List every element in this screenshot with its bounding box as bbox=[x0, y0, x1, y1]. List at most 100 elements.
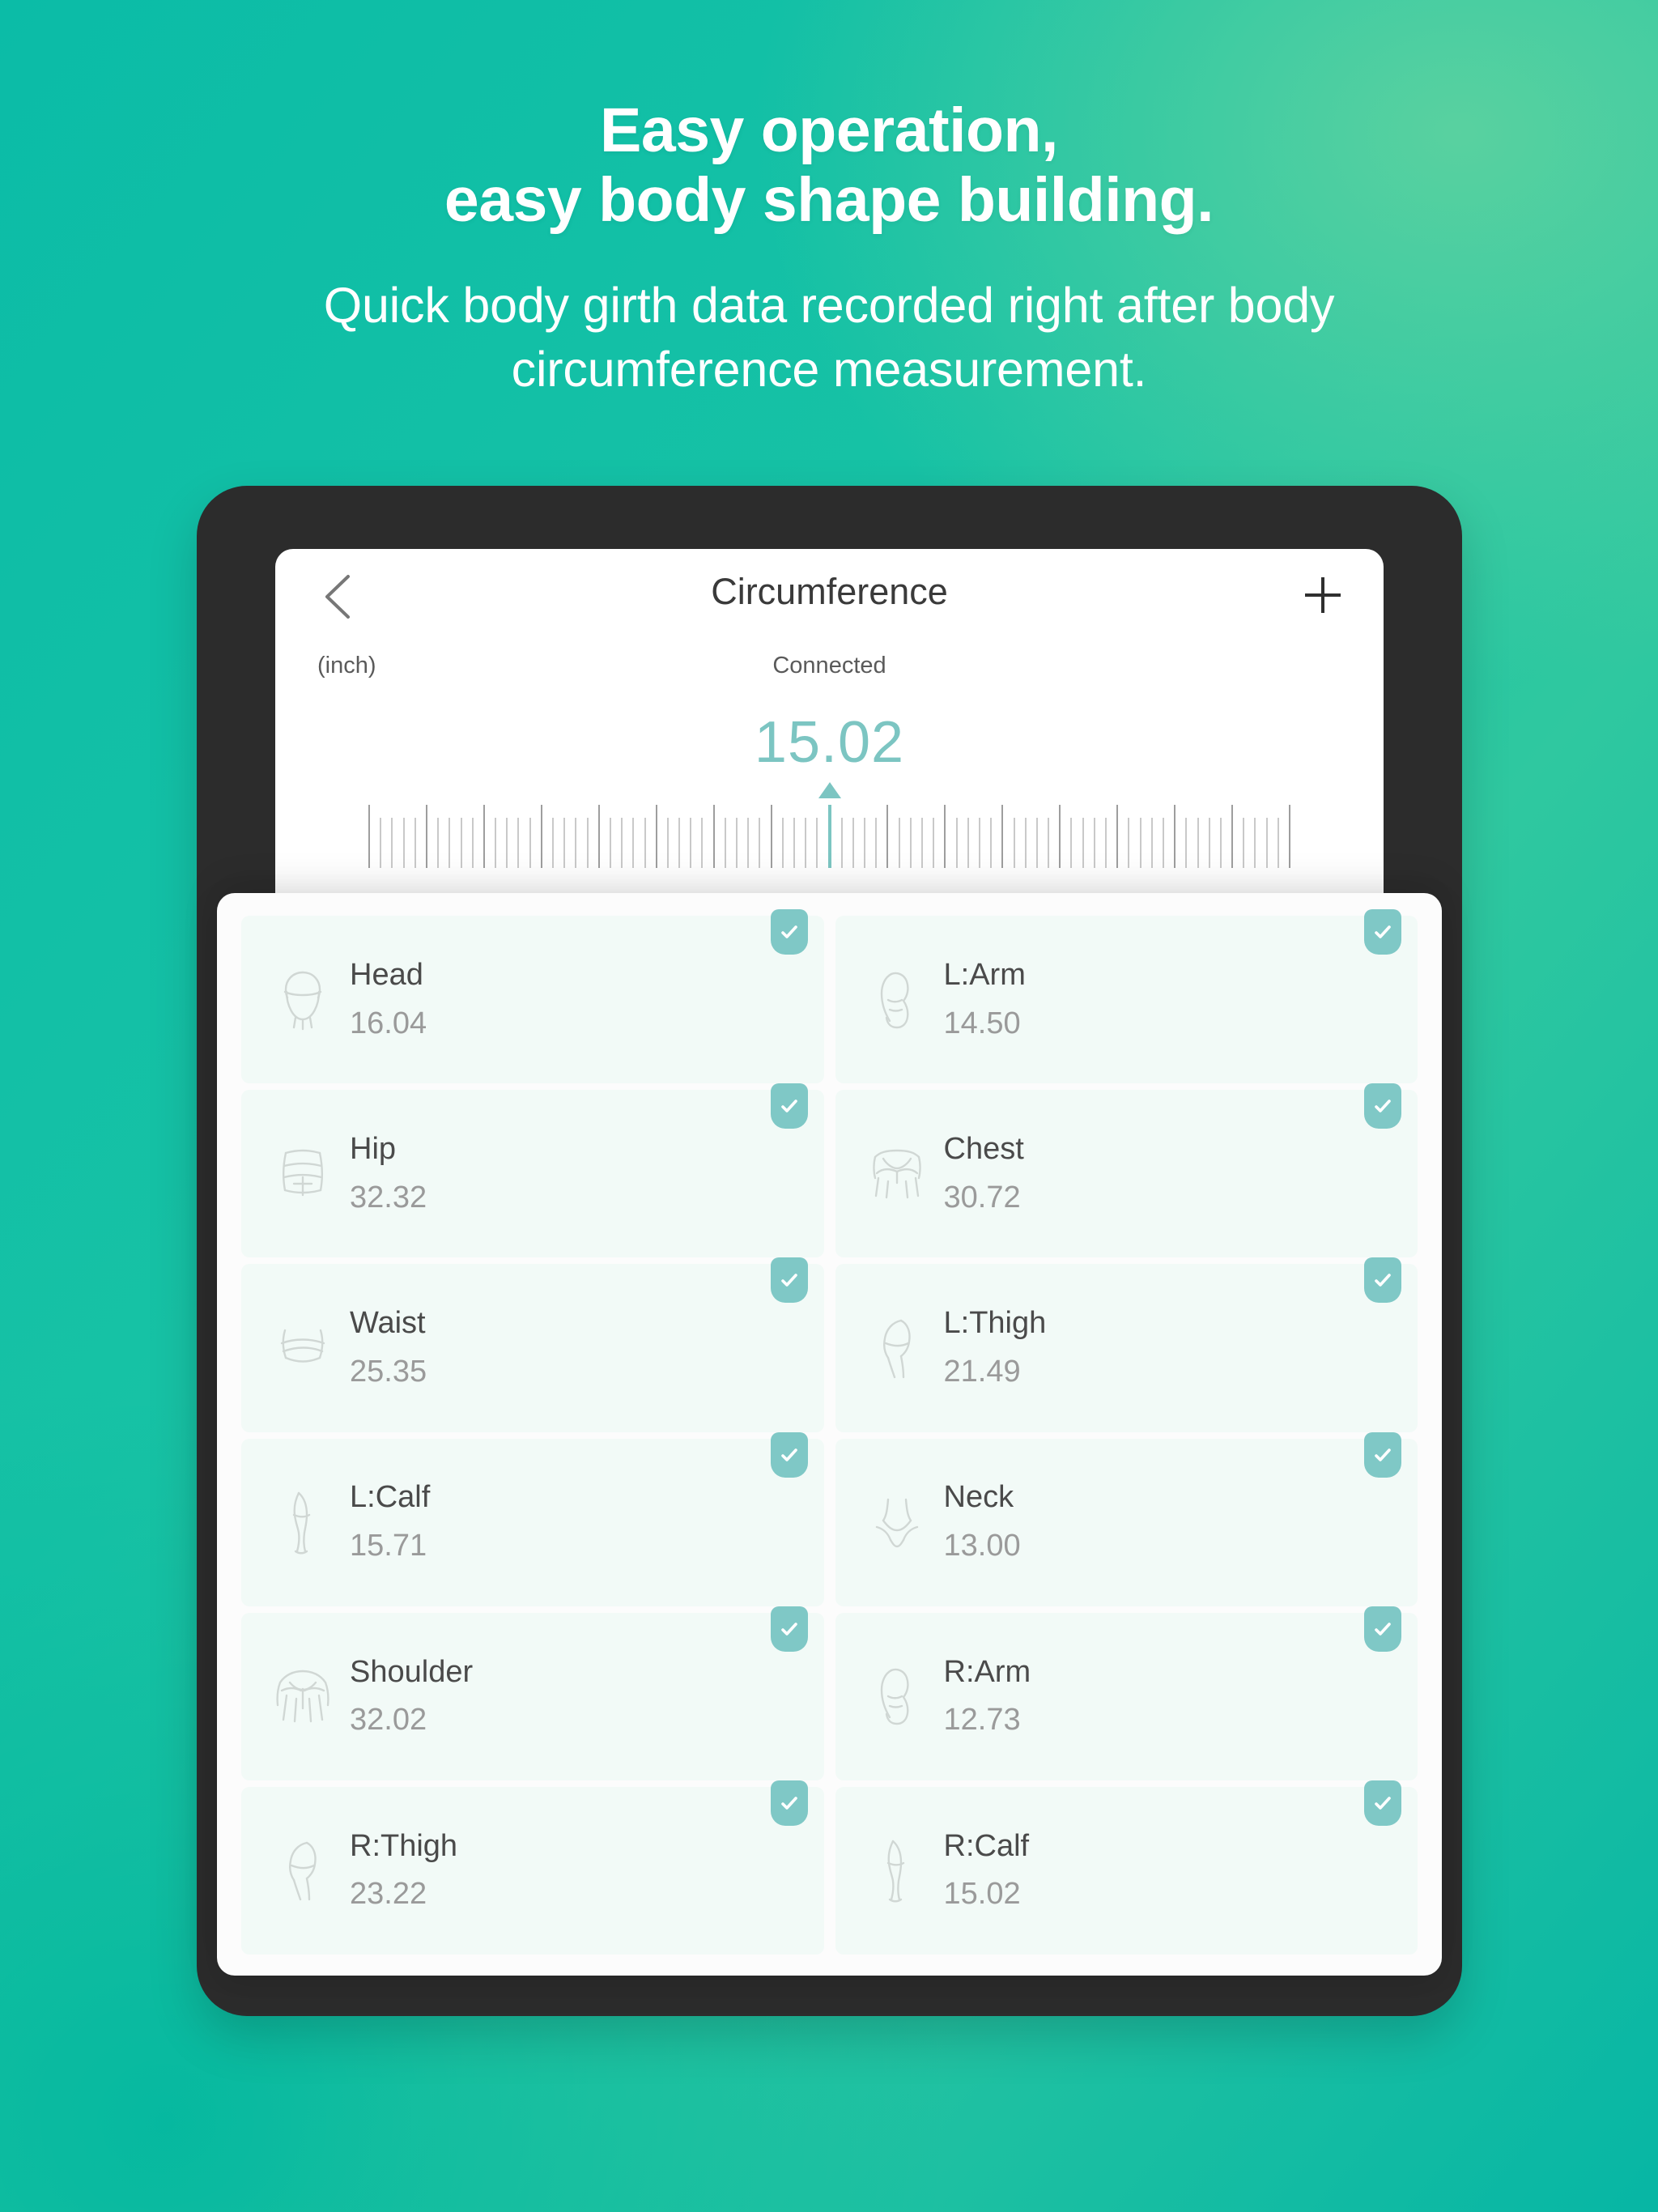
measurement-card[interactable]: L:Arm 14.50 bbox=[835, 909, 1418, 1084]
ruler-tick bbox=[380, 818, 382, 868]
calf-icon bbox=[269, 1483, 337, 1561]
measurement-text: Head 16.04 bbox=[350, 957, 427, 1042]
measurement-text: Chest 30.72 bbox=[944, 1131, 1024, 1216]
measurement-checkbox[interactable] bbox=[770, 1780, 808, 1826]
measurement-card[interactable]: R:Arm 12.73 bbox=[835, 1606, 1418, 1780]
measurement-value: 13.00 bbox=[943, 1529, 1021, 1563]
ruler-tick bbox=[666, 818, 669, 868]
measurement-card[interactable]: L:Calf 15.71 bbox=[241, 1431, 824, 1606]
measurement-name: Waist bbox=[350, 1306, 426, 1341]
measurement-checkbox[interactable] bbox=[1364, 1257, 1401, 1304]
ruler-tick bbox=[495, 818, 497, 868]
ruler-tick bbox=[575, 818, 577, 868]
measurement-checkbox[interactable] bbox=[770, 1431, 808, 1478]
check-icon bbox=[1375, 925, 1391, 938]
chest-icon bbox=[863, 1135, 931, 1213]
check-icon bbox=[1375, 1274, 1391, 1287]
ruler-tick bbox=[609, 818, 611, 868]
measurement-name: L:Thigh bbox=[943, 1306, 1047, 1341]
measurement-list-panel: Head 16.04 L:Arm 14.50 Hip 32.32 Chest 30.72 Wai… bbox=[217, 893, 1442, 1976]
ruler-tick bbox=[1174, 805, 1176, 868]
measurement-name: R:Thigh bbox=[350, 1828, 458, 1863]
ruler-tick bbox=[1162, 818, 1164, 868]
check-icon bbox=[780, 1100, 797, 1112]
plus-icon bbox=[1295, 577, 1351, 627]
measurement-card[interactable]: Waist 25.35 bbox=[241, 1257, 824, 1432]
ruler-tick bbox=[597, 805, 600, 868]
ruler-tick bbox=[1289, 805, 1290, 868]
hip-icon bbox=[269, 1135, 337, 1213]
ruler-tick bbox=[933, 818, 935, 868]
ruler-tick bbox=[978, 818, 980, 868]
ruler-tick bbox=[1035, 818, 1038, 868]
ruler-tick bbox=[632, 818, 635, 868]
ruler-tick bbox=[759, 818, 761, 868]
ruler-tick bbox=[1208, 818, 1210, 868]
measurement-name: Chest bbox=[943, 1132, 1024, 1167]
shoulder-icon bbox=[269, 1657, 337, 1735]
ruler-tick bbox=[967, 818, 969, 868]
ruler-tick bbox=[1105, 818, 1107, 868]
measurement-checkbox[interactable] bbox=[770, 1083, 808, 1129]
measurement-value: 12.73 bbox=[943, 1703, 1021, 1738]
thigh-icon bbox=[863, 1309, 931, 1387]
ruler-tick bbox=[552, 818, 554, 868]
measurement-name: L:Calf bbox=[350, 1480, 431, 1515]
check-icon bbox=[780, 1622, 797, 1636]
measurement-card[interactable]: R:Calf 15.02 bbox=[835, 1780, 1418, 1955]
measurement-value: 32.32 bbox=[350, 1180, 427, 1214]
ruler-slider[interactable] bbox=[275, 805, 1384, 878]
measurement-card[interactable]: Head 16.04 bbox=[241, 909, 824, 1084]
measurement-checkbox[interactable] bbox=[770, 1257, 808, 1304]
ruler-tick bbox=[886, 805, 889, 868]
ruler-tick bbox=[864, 818, 866, 868]
measurement-card[interactable]: Chest 30.72 bbox=[835, 1083, 1418, 1258]
ruler-tick bbox=[990, 818, 993, 868]
measurement-text: R:Arm 12.73 bbox=[944, 1654, 1031, 1739]
measurement-name: Neck bbox=[943, 1480, 1014, 1515]
measurement-name: R:Calf bbox=[943, 1828, 1030, 1863]
measurement-checkbox[interactable] bbox=[1364, 1431, 1401, 1478]
measurement-text: L:Arm 14.50 bbox=[944, 957, 1026, 1042]
ruler-tick bbox=[1128, 818, 1130, 868]
check-icon bbox=[1375, 1100, 1391, 1112]
ruler-tick bbox=[460, 818, 462, 868]
measurement-checkbox[interactable] bbox=[770, 909, 808, 955]
ruler-tick bbox=[690, 818, 692, 868]
add-button[interactable] bbox=[1295, 567, 1351, 623]
ruler-tick bbox=[586, 818, 589, 868]
ruler-tick bbox=[529, 818, 531, 868]
measurement-card[interactable]: L:Thigh 21.49 bbox=[835, 1257, 1418, 1432]
connection-status: Connected bbox=[772, 653, 886, 678]
ruler-tick bbox=[368, 805, 370, 868]
ruler-tick bbox=[921, 818, 923, 868]
ruler-tick bbox=[471, 818, 474, 868]
measurement-checkbox[interactable] bbox=[1364, 1606, 1401, 1652]
measurement-checkbox[interactable] bbox=[1364, 909, 1401, 955]
measurement-checkbox[interactable] bbox=[1364, 1083, 1401, 1129]
measurement-name: L:Arm bbox=[943, 957, 1026, 992]
ruler-tick bbox=[644, 818, 646, 868]
ruler-tick bbox=[875, 818, 878, 868]
measurement-card[interactable]: Hip 32.32 bbox=[241, 1083, 824, 1258]
waist-icon bbox=[269, 1309, 337, 1387]
measurement-card[interactable]: Neck 13.00 bbox=[835, 1431, 1418, 1606]
measurement-checkbox[interactable] bbox=[1364, 1780, 1401, 1826]
ruler-tick bbox=[1070, 818, 1073, 868]
neck-icon bbox=[863, 1483, 931, 1561]
ruler-tick bbox=[449, 818, 451, 868]
ruler-tick bbox=[944, 805, 946, 868]
ruler-tick bbox=[712, 805, 715, 868]
ruler-tick bbox=[898, 818, 900, 868]
page-subtitle: Quick body girth data recorded right aft… bbox=[0, 274, 1658, 400]
ruler-tick bbox=[540, 805, 542, 868]
measurement-value: 23.22 bbox=[350, 1877, 427, 1912]
measurement-text: Hip 32.32 bbox=[350, 1131, 427, 1216]
measurement-name: Head bbox=[350, 957, 423, 992]
ruler-tick bbox=[402, 818, 405, 868]
measurement-card[interactable]: R:Thigh 23.22 bbox=[241, 1780, 824, 1955]
ruler-tick bbox=[1093, 818, 1095, 868]
measurement-card[interactable]: Shoulder 32.02 bbox=[241, 1606, 824, 1780]
arm-icon bbox=[863, 961, 931, 1039]
measurement-checkbox[interactable] bbox=[770, 1606, 808, 1652]
